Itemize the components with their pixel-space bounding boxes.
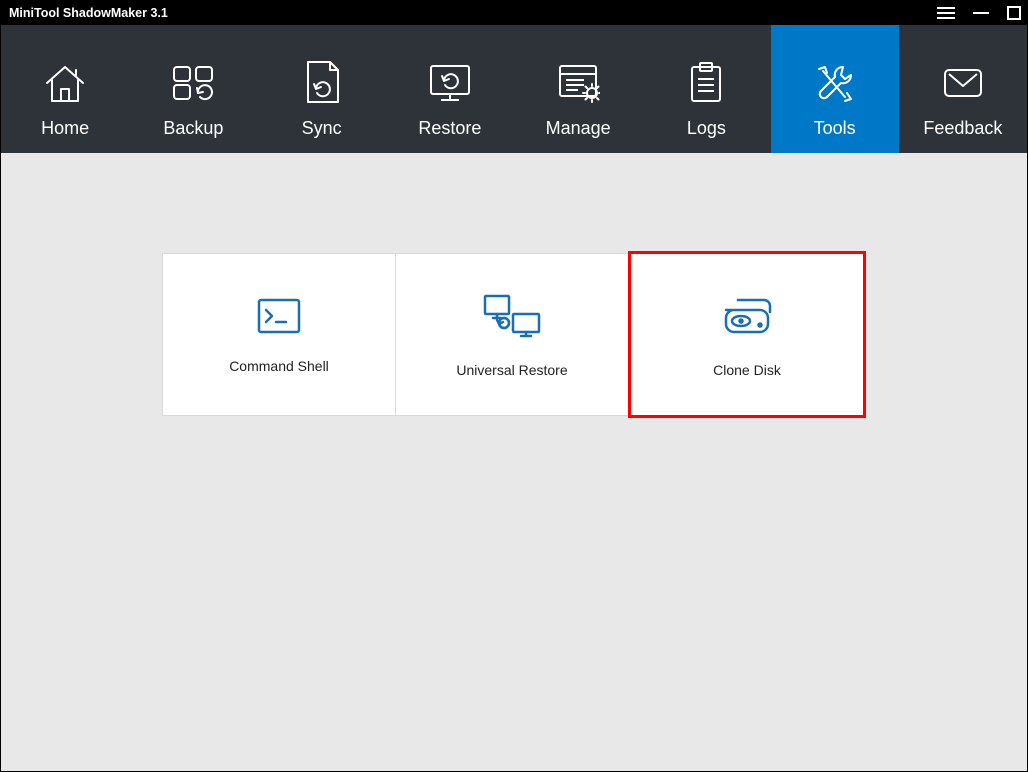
nav-logs[interactable]: Logs [642,25,770,153]
card-label: Universal Restore [456,362,567,378]
window-controls [937,6,1021,20]
nav-tools[interactable]: Tools [771,25,899,153]
nav-backup[interactable]: Backup [129,25,257,153]
home-icon [43,58,87,108]
manage-icon [556,58,600,108]
nav-label: Logs [687,118,726,139]
nav-manage[interactable]: Manage [514,25,642,153]
tool-universal-restore[interactable]: Universal Restore [395,253,629,416]
menu-icon[interactable] [937,6,955,20]
terminal-icon [255,296,303,336]
navbar: Home Backup Sync [1,25,1027,153]
restore-icon [427,58,473,108]
universal-restore-icon [481,292,543,340]
sync-icon [302,58,342,108]
backup-icon [170,58,216,108]
clone-disk-icon [718,292,776,340]
nav-label: Home [41,118,89,139]
nav-feedback[interactable]: Feedback [899,25,1027,153]
tools-cards: Command Shell Universal Restore [162,253,866,418]
tools-icon [813,58,857,108]
nav-label: Tools [814,118,856,139]
nav-home[interactable]: Home [1,25,129,153]
nav-label: Manage [546,118,611,139]
app-title: MiniTool ShadowMaker 3.1 [9,6,937,20]
nav-label: Feedback [923,118,1002,139]
feedback-icon [941,58,985,108]
nav-sync[interactable]: Sync [258,25,386,153]
logs-icon [688,58,724,108]
tool-clone-disk[interactable]: Clone Disk [628,251,866,418]
card-label: Command Shell [229,358,329,374]
nav-label: Restore [418,118,481,139]
tool-command-shell[interactable]: Command Shell [162,253,396,416]
card-label: Clone Disk [713,362,781,378]
content-area: Command Shell Universal Restore [1,153,1027,771]
nav-label: Sync [302,118,342,139]
titlebar: MiniTool ShadowMaker 3.1 [1,1,1027,25]
minimize-icon[interactable] [973,6,989,20]
nav-restore[interactable]: Restore [386,25,514,153]
maximize-icon[interactable] [1007,6,1021,20]
nav-label: Backup [163,118,223,139]
